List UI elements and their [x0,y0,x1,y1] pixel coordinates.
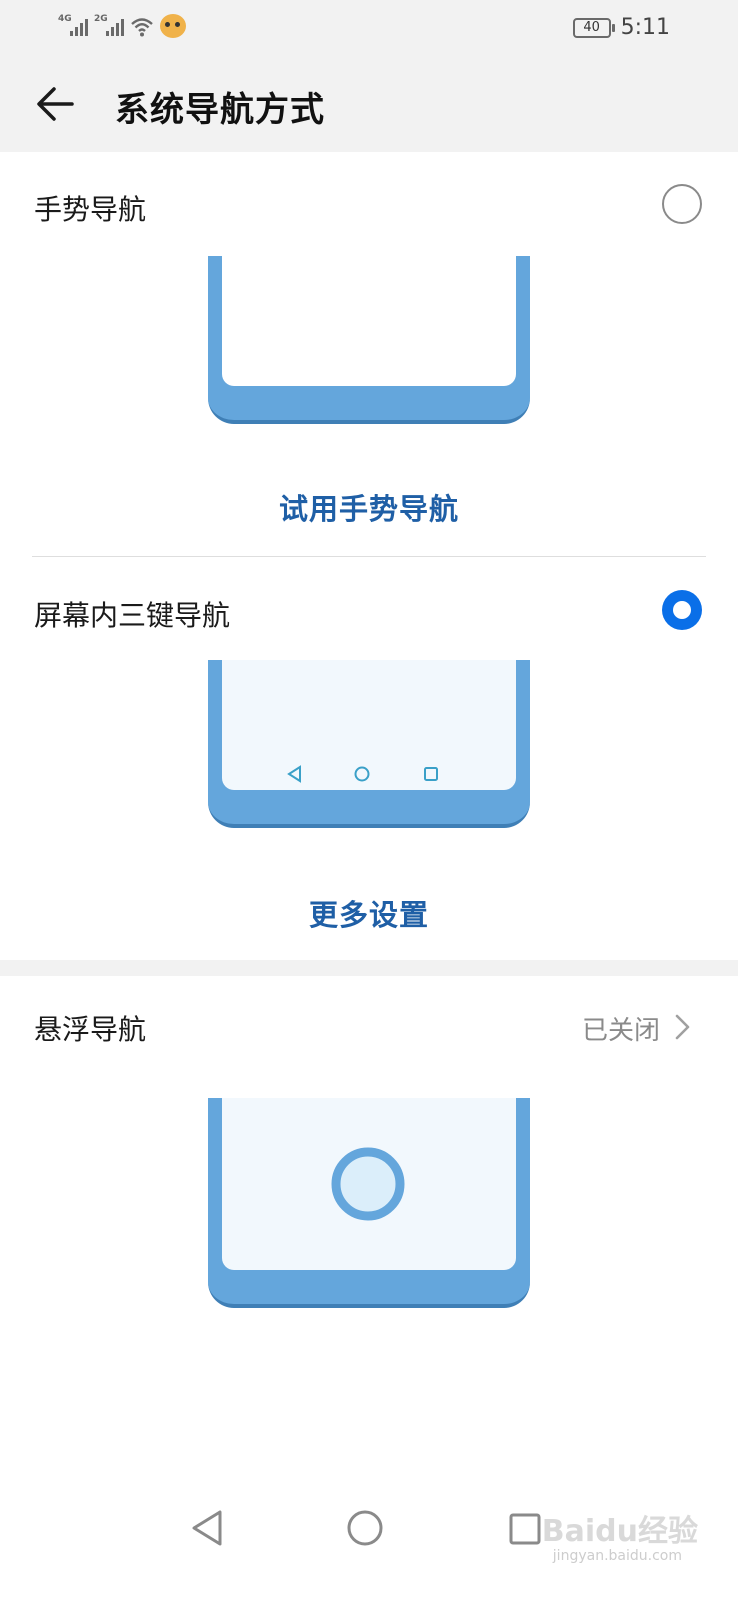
divider [32,556,706,557]
battery-icon: 40 [572,17,615,38]
three-key-nav-radio[interactable] [662,590,702,630]
baidu-watermark: Baidu经验 [541,1514,698,1549]
more-settings-link[interactable]: 更多设置 [0,892,738,934]
nav-recents-icon[interactable] [508,1512,542,1546]
status-icons-left: 4G 2G [58,14,186,38]
back-arrow-icon[interactable] [28,78,80,130]
battery-level: 40 [583,19,600,35]
page-title: 系统导航方式 [115,90,325,130]
navigation-options-card: 手势导航 试用手势导航 屏幕内三键导航 更多设置 [0,152,738,960]
gesture-nav-illustration [208,256,530,428]
floating-nav-status: 已关闭 [581,1016,660,1046]
status-bar: 4G 2G 40 5:11 [0,0,738,56]
three-key-nav-illustration [208,660,530,832]
wifi-icon [131,18,153,37]
page: 4G 2G 40 5:11 系统导航方式 手势导航 试用手势导航 屏幕内三键导航… [0,0,738,1600]
header: 系统导航方式 [0,56,738,152]
three-key-nav-label[interactable]: 屏幕内三键导航 [34,594,230,634]
nav-back-icon[interactable] [190,1508,226,1548]
try-gesture-nav-link[interactable]: 试用手势导航 [0,486,738,528]
nav-home-icon[interactable] [346,1509,384,1547]
gesture-nav-label[interactable]: 手势导航 [34,188,146,228]
chevron-right-icon [675,1014,690,1040]
floating-nav-card[interactable]: 悬浮导航 已关闭 [0,976,738,1356]
gesture-nav-radio[interactable] [662,184,702,224]
floating-nav-illustration [208,1098,530,1312]
signal-4g-icon: 4G [58,14,88,38]
notification-app-icon [160,14,186,38]
baidu-watermark-url: jingyan.baidu.com [552,1548,682,1564]
clock: 5:11 [620,15,670,40]
status-icons-right: 40 5:11 [572,15,670,40]
floating-nav-label: 悬浮导航 [34,1013,147,1046]
three-key-buttons-icon [287,765,438,783]
floating-button-icon [331,1147,405,1221]
signal-2g-icon: 2G [94,14,124,38]
